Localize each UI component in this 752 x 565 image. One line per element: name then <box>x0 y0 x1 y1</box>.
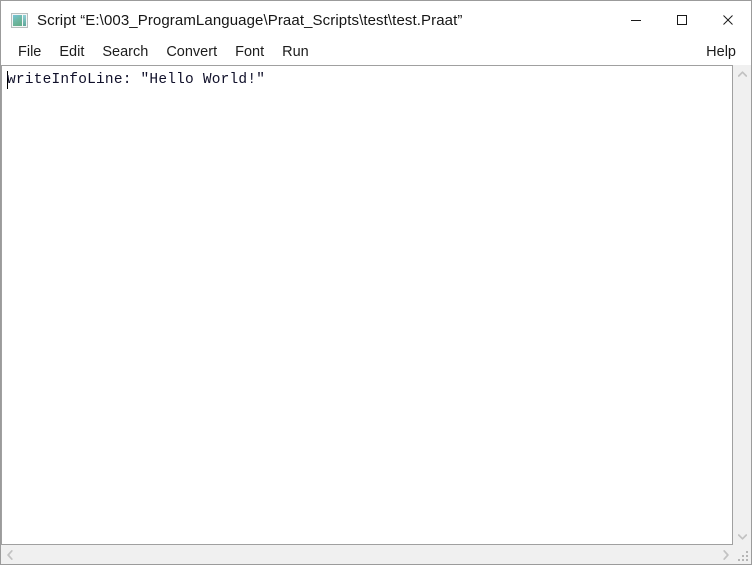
chevron-up-icon <box>738 70 747 77</box>
scroll-up-button[interactable] <box>734 65 751 82</box>
editor-row: writeInfoLine: "Hello World!" <box>1 65 751 545</box>
menu-item-help[interactable]: Help <box>697 39 745 65</box>
minimize-button[interactable] <box>613 1 659 39</box>
menu-item-font[interactable]: Font <box>226 39 273 65</box>
chevron-right-icon <box>722 549 729 560</box>
title-bar[interactable]: Script “E:\003_ProgramLanguage\Praat_Scr… <box>1 1 751 39</box>
menu-bar-right: Help <box>697 39 745 65</box>
window-controls <box>613 1 751 39</box>
scroll-left-button[interactable] <box>1 546 18 563</box>
horizontal-scrollbar[interactable] <box>1 545 734 564</box>
script-editor-window: Script “E:\003_ProgramLanguage\Praat_Scr… <box>0 0 752 565</box>
horizontal-scroll-track[interactable] <box>18 545 717 564</box>
menu-item-convert[interactable]: Convert <box>157 39 226 65</box>
scroll-down-button[interactable] <box>734 528 751 545</box>
maximize-icon <box>677 15 687 25</box>
window-title: Script “E:\003_ProgramLanguage\Praat_Scr… <box>37 11 463 29</box>
praat-script-icon <box>11 12 28 28</box>
menu-item-search[interactable]: Search <box>93 39 157 65</box>
vertical-scrollbar[interactable] <box>733 65 751 545</box>
chevron-down-icon <box>738 533 747 540</box>
minimize-icon <box>631 20 641 21</box>
scroll-right-button[interactable] <box>717 546 734 563</box>
maximize-button[interactable] <box>659 1 705 39</box>
script-text-area[interactable]: writeInfoLine: "Hello World!" <box>1 65 733 545</box>
vertical-scroll-track[interactable] <box>734 82 751 528</box>
code-line: writeInfoLine: "Hello World!" <box>7 72 266 88</box>
resize-grip-icon[interactable] <box>734 545 751 564</box>
horizontal-scrollbar-row <box>1 545 751 564</box>
editor-area: writeInfoLine: "Hello World!" <box>1 65 751 564</box>
chevron-left-icon <box>6 549 13 560</box>
menu-item-edit[interactable]: Edit <box>50 39 93 65</box>
menu-item-run[interactable]: Run <box>273 39 318 65</box>
close-icon <box>723 15 733 25</box>
menu-bar: File Edit Search Convert Font Run Help <box>1 39 751 65</box>
menu-item-file[interactable]: File <box>9 39 50 65</box>
praat-icon-gradient <box>13 14 22 26</box>
close-button[interactable] <box>705 1 751 39</box>
praat-icon-bar <box>23 14 26 26</box>
